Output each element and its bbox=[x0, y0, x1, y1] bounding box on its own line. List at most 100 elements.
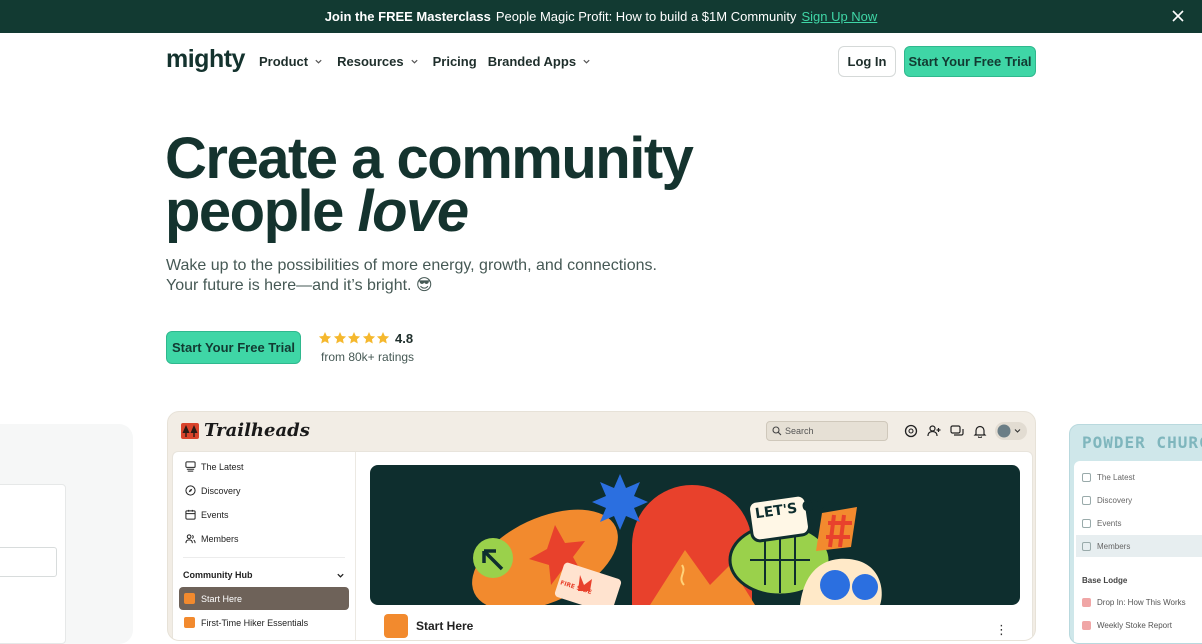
channel-icon bbox=[1082, 621, 1091, 630]
post-title-text: Start Here bbox=[416, 619, 474, 633]
members-icon bbox=[185, 534, 196, 544]
bell-icon[interactable] bbox=[972, 423, 988, 439]
sidebar-item-start-here[interactable]: Start Here bbox=[179, 587, 349, 610]
hero-heading-plain: people bbox=[165, 179, 344, 244]
more-options-icon[interactable]: ⋮ bbox=[995, 622, 1008, 638]
left-app-preview bbox=[0, 424, 133, 644]
hero-heading-line1: Create a community bbox=[165, 126, 694, 191]
section-label: Community Hub bbox=[183, 570, 253, 580]
list-item-label: Weekly Stoke Report bbox=[1097, 621, 1172, 630]
sidebar-item-label: Events bbox=[1097, 519, 1122, 528]
sidebar-item-label: Events bbox=[201, 509, 229, 520]
list-item[interactable]: Drop In: How This Works bbox=[1082, 598, 1186, 607]
hero-illustration: LET'S GO FIRE SIDE bbox=[370, 465, 1020, 605]
nav-item-resources[interactable]: Resources bbox=[337, 54, 418, 69]
banner-bold-text: Join the FREE Masterclass bbox=[324, 9, 491, 24]
add-member-icon[interactable] bbox=[926, 423, 942, 439]
search-placeholder: Search bbox=[785, 426, 814, 436]
chevron-down-icon bbox=[410, 59, 418, 64]
stickers-illustration: LET'S GO FIRE SIDE bbox=[472, 474, 882, 605]
top-nav: mighty Product Resources Pricing Branded… bbox=[0, 33, 1202, 91]
sidebar-item-label: The Latest bbox=[1097, 473, 1135, 482]
sidebar-item-label: First-Time Hiker Essentials bbox=[201, 617, 309, 628]
star-icon bbox=[362, 332, 375, 344]
channel-icon bbox=[184, 593, 195, 604]
chevron-down-icon bbox=[315, 59, 322, 64]
chat-gpt-icon[interactable] bbox=[903, 423, 919, 439]
app-preview-powder-church: POWDER CHURCH The Latest Discovery Event… bbox=[1069, 424, 1202, 644]
compass-icon bbox=[1082, 496, 1091, 505]
list-item-label: Drop In: How This Works bbox=[1097, 598, 1186, 607]
avatar[interactable] bbox=[995, 422, 1027, 440]
preview-field bbox=[0, 547, 57, 577]
community-hub-header[interactable]: Community Hub bbox=[183, 570, 345, 580]
star-icon bbox=[376, 332, 390, 344]
banner-signup-link[interactable]: Sign Up Now bbox=[801, 9, 877, 24]
rating-value: 4.8 bbox=[395, 331, 414, 346]
sidebar-item-label: Discovery bbox=[1097, 496, 1133, 505]
sidebar-item-discovery[interactable]: Discovery bbox=[1082, 496, 1132, 505]
channel-icon bbox=[1082, 598, 1091, 607]
close-icon[interactable] bbox=[1170, 8, 1186, 24]
sidebar-item-members[interactable]: Members bbox=[185, 533, 239, 544]
nav-item-label: Pricing bbox=[432, 54, 477, 69]
nav-item-label: Product bbox=[259, 54, 309, 69]
sidebar-item-label: Start Here bbox=[201, 593, 243, 604]
hero-subtitle: Wake up to the possibilities of more ene… bbox=[166, 257, 657, 294]
chevron-down-icon bbox=[337, 573, 344, 578]
search-icon bbox=[772, 426, 782, 436]
section-label: Base Lodge bbox=[1082, 576, 1128, 585]
feed-icon bbox=[185, 461, 196, 472]
calendar-icon bbox=[185, 509, 196, 520]
sidebar-item-hiker-essentials[interactable]: First-Time Hiker Essentials bbox=[184, 617, 308, 628]
sidebar-item-discovery[interactable]: Discovery bbox=[185, 485, 241, 496]
rating-stars bbox=[318, 331, 391, 345]
start-trial-nav-button[interactable]: Start Your Free Trial bbox=[904, 46, 1036, 77]
calendar-icon bbox=[1082, 519, 1091, 528]
channel-icon bbox=[384, 614, 408, 638]
login-button[interactable]: Log In bbox=[838, 46, 896, 77]
ratings-count: from 80k+ ratings bbox=[321, 350, 415, 364]
hero-heading-line2: people love bbox=[165, 183, 692, 241]
trees-icon bbox=[181, 422, 199, 439]
nav-item-label: Branded Apps bbox=[487, 54, 577, 69]
hero-heading: Create a community people love bbox=[165, 126, 694, 241]
star-icon bbox=[333, 332, 346, 344]
sidebar-item-label: Members bbox=[201, 533, 239, 544]
sidebar-item-events[interactable]: Events bbox=[185, 509, 229, 520]
post-title[interactable]: Start Here bbox=[384, 614, 473, 638]
mighty-logo[interactable]: mighty bbox=[166, 45, 245, 74]
hero-heading-italic: love bbox=[357, 179, 470, 244]
sidebar-item-label: The Latest bbox=[201, 461, 244, 472]
trailheads-logo-text: Trailheads bbox=[204, 420, 310, 441]
sidebar-item-label: Discovery bbox=[201, 485, 241, 496]
nav-item-label: Resources bbox=[337, 54, 404, 69]
star-icon bbox=[318, 332, 332, 344]
powder-church-logo: POWDER CHURCH bbox=[1082, 433, 1202, 452]
star-icon bbox=[347, 332, 361, 344]
sidebar-item-events[interactable]: Events bbox=[1082, 519, 1121, 528]
app-preview-trailheads: Trailheads Search The Latest Discovery E… bbox=[167, 411, 1036, 641]
sidebar-item-members[interactable]: Members bbox=[1082, 542, 1130, 551]
sidebar-item-the-latest[interactable]: The Latest bbox=[1082, 473, 1135, 482]
mockup-sidebar: The Latest Discovery Events Members Comm… bbox=[173, 452, 356, 640]
messages-icon[interactable] bbox=[949, 423, 965, 439]
list-item[interactable]: Weekly Stoke Report bbox=[1082, 621, 1172, 630]
members-icon bbox=[1082, 542, 1091, 551]
sidebar-divider bbox=[183, 557, 345, 558]
compass-icon bbox=[185, 485, 196, 496]
promo-banner: Join the FREE Masterclass People Magic P… bbox=[0, 0, 1202, 33]
trailheads-brand: Trailheads bbox=[180, 420, 310, 441]
nav-item-pricing[interactable]: Pricing bbox=[433, 54, 477, 69]
mockup-search[interactable]: Search bbox=[766, 421, 888, 441]
mockup-toolbar bbox=[903, 422, 1027, 440]
nav-menu: Product Resources Pricing Branded Apps bbox=[259, 54, 605, 69]
sidebar-item-the-latest[interactable]: The Latest bbox=[185, 461, 244, 472]
mockup-content: The Latest Discovery Events Members Comm… bbox=[172, 451, 1033, 640]
sidebar-item-label: Members bbox=[1097, 542, 1131, 551]
start-trial-hero-button[interactable]: Start Your Free Trial bbox=[166, 331, 301, 364]
banner-text: People Magic Profit: How to build a $1M … bbox=[495, 9, 797, 24]
chevron-down-icon bbox=[583, 59, 590, 64]
nav-item-product[interactable]: Product bbox=[259, 54, 323, 69]
nav-item-branded-apps[interactable]: Branded Apps bbox=[488, 54, 591, 69]
